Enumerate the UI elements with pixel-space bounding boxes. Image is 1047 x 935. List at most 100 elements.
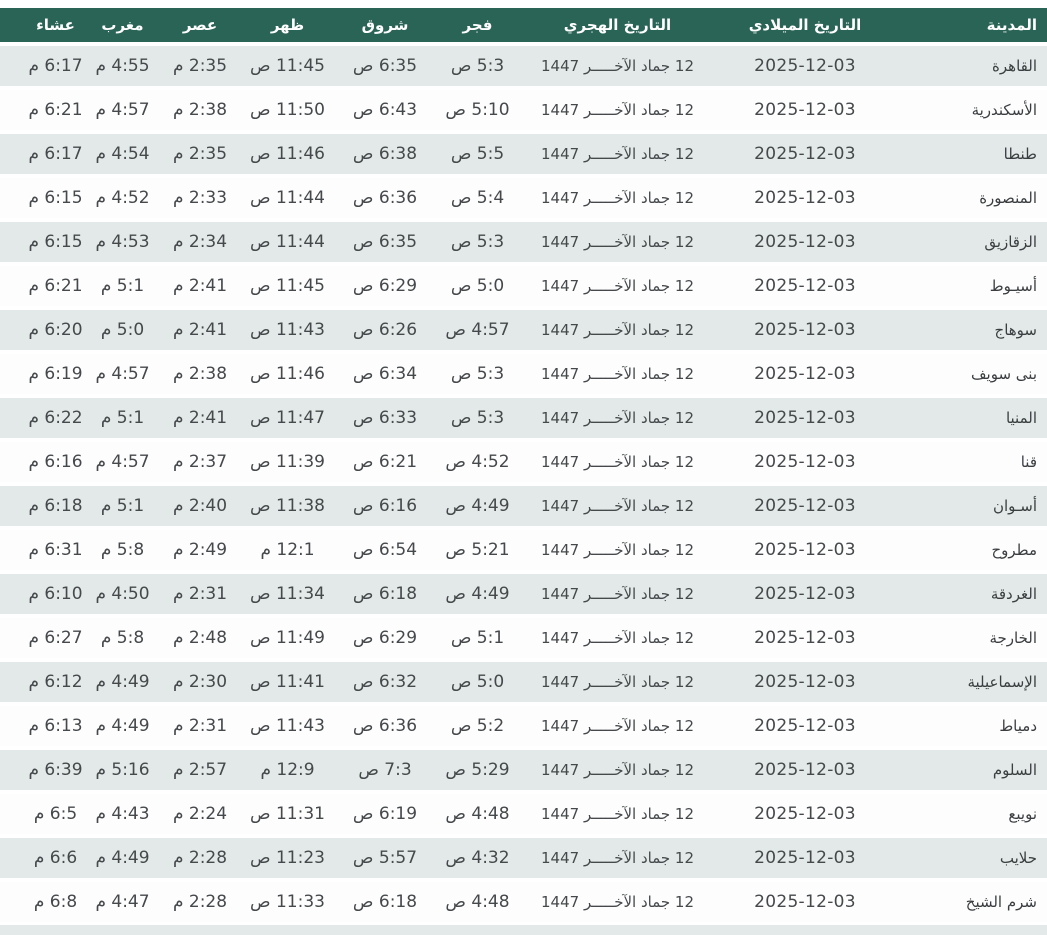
hijri-date-cell: 12 جماد الآخـــــر 1447	[520, 438, 715, 484]
sunrise-time-cell: 6:32 ص	[335, 658, 435, 704]
isha-time-cell: 6:6 م	[0, 834, 85, 880]
dhuhr-time-cell: 11:39 ص	[240, 438, 335, 484]
gregorian-date-cell: 2025-12-03	[715, 790, 895, 836]
asr-time-cell: 2:57 م	[160, 746, 240, 792]
city-cell: طنطا	[895, 130, 1047, 176]
fajr-time-cell: 5:4 ص	[435, 174, 520, 220]
asr-time-cell: 2:48 م	[160, 614, 240, 660]
isha-time-cell: 6:15 م	[0, 218, 85, 264]
maghrib-time-cell: 4:49 م	[85, 658, 160, 704]
table-row: الزقازيق 2025-12-03 12 جماد الآخـــــر 1…	[0, 218, 1047, 264]
header-row: المدينة التاريخ الميلادي التاريخ الهجري …	[0, 8, 1047, 44]
table-row: السلوم 2025-12-03 12 جماد الآخـــــر 144…	[0, 746, 1047, 792]
table-row: المنيا 2025-12-03 12 جماد الآخـــــر 144…	[0, 394, 1047, 440]
table-row: أسـوان 2025-12-03 12 جماد الآخـــــر 144…	[0, 482, 1047, 528]
table-row: القاهرة 2025-12-03 12 جماد الآخـــــر 14…	[0, 42, 1047, 88]
city-cell: المنيا	[895, 394, 1047, 440]
dhuhr-time-cell: 11:34 ص	[240, 570, 335, 616]
hijri-date-cell: 12 جماد الآخـــــر 1447	[520, 130, 715, 176]
fajr-time-cell: 5:29 ص	[435, 746, 520, 792]
city-cell: الزقازيق	[895, 218, 1047, 264]
sunrise-time-cell: 6:18 ص	[335, 878, 435, 924]
hijri-date-cell: 12 جماد الآخـــــر 1447	[520, 218, 715, 264]
table-row: بنى سويف 2025-12-03 12 جماد الآخـــــر 1…	[0, 350, 1047, 396]
city-cell: دمياط	[895, 702, 1047, 748]
isha-time-cell: 6:13 م	[0, 702, 85, 748]
isha-time-cell: 6:22 م	[0, 394, 85, 440]
gregorian-date-cell: 2025-12-03	[715, 394, 895, 440]
city-cell: الأسكندرية	[895, 86, 1047, 132]
isha-time-cell: 6:31 م	[0, 526, 85, 572]
gregorian-date-cell: 2025-12-03	[715, 174, 895, 220]
table-row: المنصورة 2025-12-03 12 جماد الآخـــــر 1…	[0, 174, 1047, 220]
hijri-date-cell: 12 جماد الآخـــــر 1447	[520, 42, 715, 88]
sunrise-time-cell: 6:43 ص	[335, 86, 435, 132]
asr-time-cell: 2:38 م	[160, 86, 240, 132]
fajr-time-cell: 5:0 ص	[435, 658, 520, 704]
hijri-date-cell: 12 جماد الآخـــــر 1447	[520, 394, 715, 440]
gregorian-date-cell: 2025-12-03	[715, 262, 895, 308]
isha-time-cell: 6:21 م	[0, 86, 85, 132]
sunrise-time-cell: 6:16 ص	[335, 482, 435, 528]
hijri-date-cell: 12 جماد الآخـــــر 1447	[520, 790, 715, 836]
gregorian-date-cell: 2025-12-03	[715, 702, 895, 748]
maghrib-time-cell: 4:55 م	[85, 42, 160, 88]
city-cell: المنصورة	[895, 174, 1047, 220]
asr-time-cell: 2:38 م	[160, 350, 240, 396]
asr-time-cell: 2:31 م	[160, 702, 240, 748]
gregorian-date-cell: 2025-12-03	[715, 482, 895, 528]
col-header-asr: عصر	[160, 8, 240, 44]
dhuhr-time-cell: 11:44 ص	[240, 218, 335, 264]
gregorian-date-cell: 2025-12-03	[715, 526, 895, 572]
city-cell: حلايب	[895, 834, 1047, 880]
asr-time-cell: 2:40 م	[160, 482, 240, 528]
sunrise-time-cell: 7:3 ص	[335, 746, 435, 792]
col-header-city: المدينة	[895, 8, 1047, 44]
table-row: نويبع 2025-12-03 12 جماد الآخـــــر 1447…	[0, 790, 1047, 836]
sunrise-time-cell: 6:29 ص	[335, 262, 435, 308]
fajr-time-cell: 5:3 ص	[435, 42, 520, 88]
fajr-time-cell: 4:49 ص	[435, 570, 520, 616]
hijri-date-cell: 12 جماد الآخـــــر 1447	[520, 658, 715, 704]
dhuhr-time-cell: 11:45 ص	[240, 262, 335, 308]
hijri-date-cell: 12 جماد الآخـــــر 1447	[520, 526, 715, 572]
dhuhr-time-cell: 11:45 ص	[240, 42, 335, 88]
isha-time-cell: 6:19 م	[0, 350, 85, 396]
fajr-time-cell: 4:57 ص	[435, 306, 520, 352]
isha-time-cell: 6:5 م	[0, 790, 85, 836]
table-row: قنا 2025-12-03 12 جماد الآخـــــر 1447 4…	[0, 438, 1047, 484]
isha-time-cell: 6:39 م	[0, 746, 85, 792]
asr-time-cell: 2:41 م	[160, 262, 240, 308]
sunrise-time-cell: 6:19 ص	[335, 790, 435, 836]
asr-time-cell: 2:35 م	[160, 130, 240, 176]
table-row: أسيـوط 2025-12-03 12 جماد الآخـــــر 144…	[0, 262, 1047, 308]
dhuhr-time-cell: 11:38 ص	[240, 482, 335, 528]
gregorian-date-cell: 2025-12-03	[715, 658, 895, 704]
fajr-time-cell: 5:10 ص	[435, 86, 520, 132]
maghrib-time-cell: 4:52 م	[85, 174, 160, 220]
table-row: طنطا 2025-12-03 12 جماد الآخـــــر 1447 …	[0, 130, 1047, 176]
gregorian-date-cell: 2025-12-03	[715, 130, 895, 176]
sunrise-time-cell: 6:34 ص	[335, 350, 435, 396]
city-cell: أسـوان	[895, 482, 1047, 528]
fajr-time-cell: 5:21 ص	[435, 526, 520, 572]
sunrise-time-cell: 6:35 ص	[335, 218, 435, 264]
sunrise-time-cell: 6:54 ص	[335, 526, 435, 572]
hijri-date-cell: 12 جماد الآخـــــر 1447	[520, 702, 715, 748]
hijri-date-cell: 12 جماد الآخـــــر 1447	[520, 614, 715, 660]
col-header-gregorian-date: التاريخ الميلادي	[715, 8, 895, 44]
asr-time-cell: 2:28 م	[160, 878, 240, 924]
maghrib-time-cell: 4:49 م	[85, 702, 160, 748]
maghrib-time-cell: 5:8 م	[85, 614, 160, 660]
dhuhr-time-cell: 11:49 ص	[240, 614, 335, 660]
table-row: حلايب 2025-12-03 12 جماد الآخـــــر 1447…	[0, 834, 1047, 880]
table-row: الخارجة 2025-12-03 12 جماد الآخـــــر 14…	[0, 614, 1047, 660]
fajr-time-cell: 4:48 ص	[435, 878, 520, 924]
fajr-time-cell: 5:3 ص	[435, 350, 520, 396]
dhuhr-time-cell: 11:47 ص	[240, 394, 335, 440]
maghrib-time-cell: 4:57 م	[85, 350, 160, 396]
city-cell: قنا	[895, 438, 1047, 484]
fajr-time-cell: 4:52 ص	[435, 438, 520, 484]
gregorian-date-cell: 2025-12-03	[715, 614, 895, 660]
dhuhr-time-cell: 12:1 م	[240, 526, 335, 572]
